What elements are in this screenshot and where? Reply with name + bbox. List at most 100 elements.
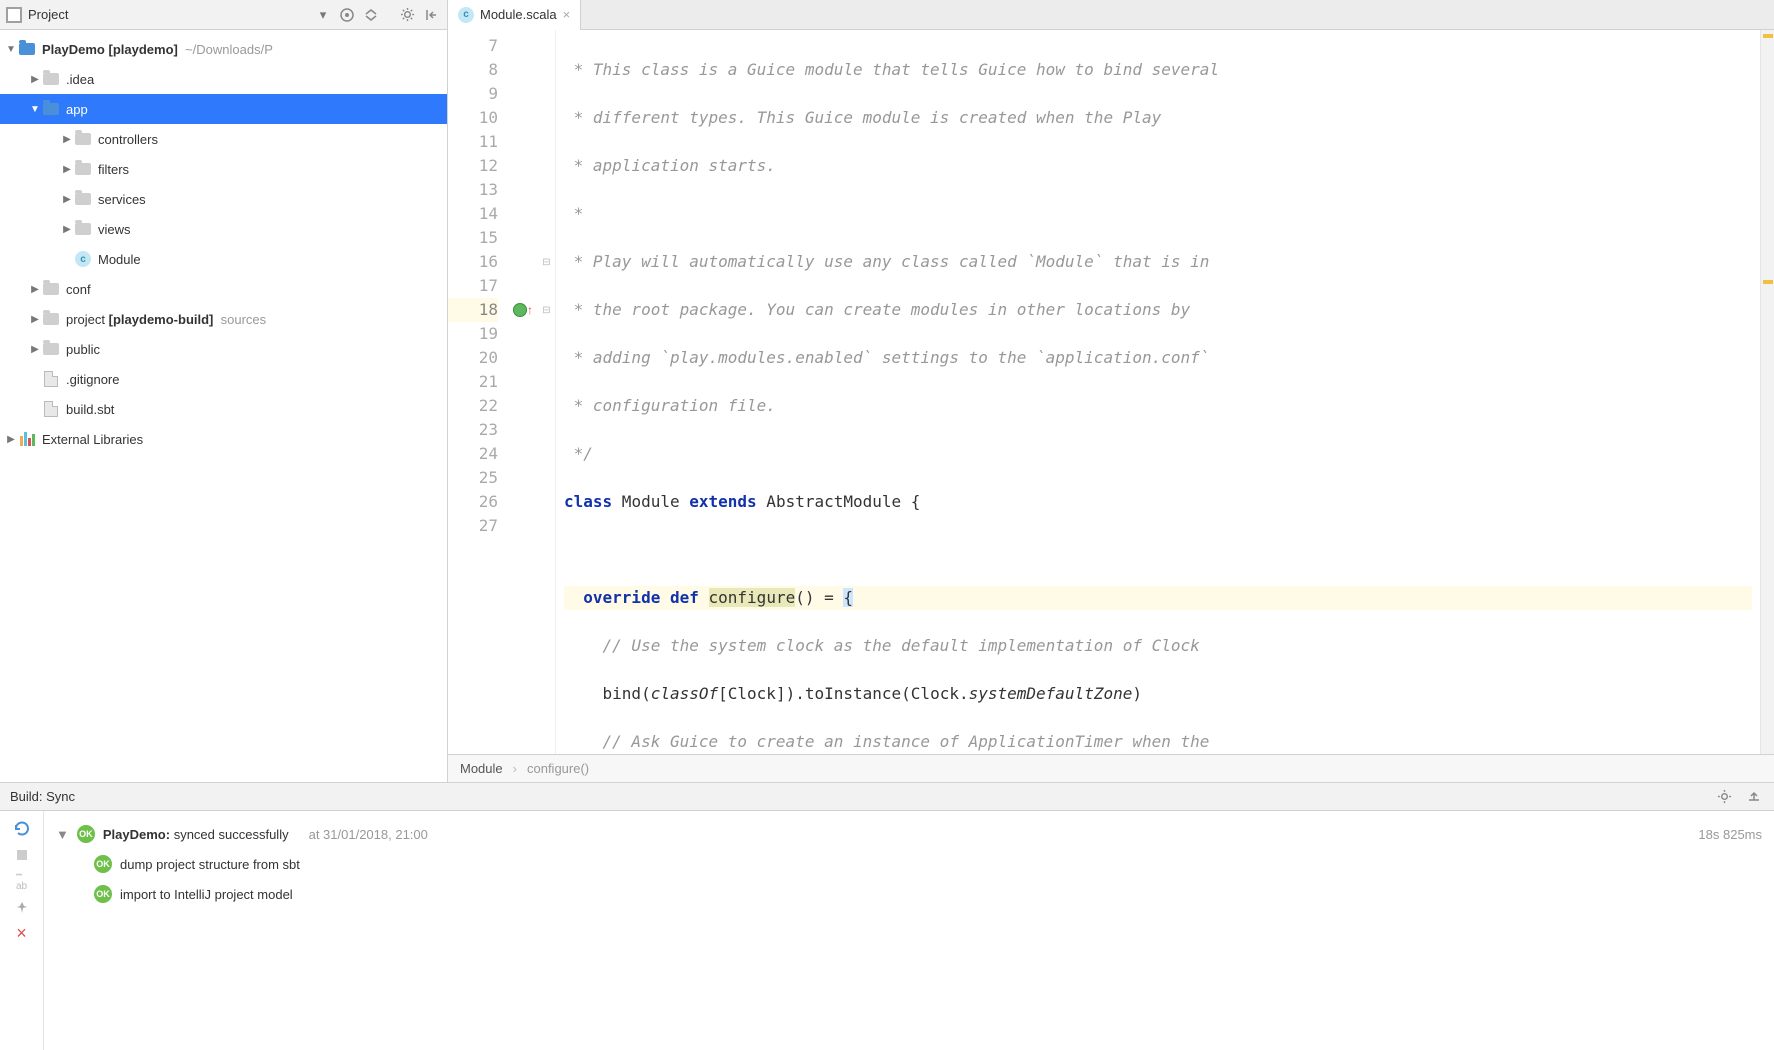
code-line: * This class is a Guice module that tell… <box>564 60 1219 79</box>
collapse-icon[interactable]: ▼ <box>28 104 42 115</box>
chevron-right-icon: › <box>513 761 517 776</box>
gutter-icon-column: ↑ <box>508 30 538 754</box>
build-step[interactable]: OK dump project structure from sbt <box>56 849 1762 879</box>
tree-module: [playdemo-build] <box>109 312 214 327</box>
tree-item-app[interactable]: ▼ app <box>0 94 447 124</box>
pin-icon[interactable] <box>12 897 32 917</box>
code-line: * Play will automatically use any class … <box>564 252 1209 271</box>
toggle-view-icon[interactable]: ┅ab <box>12 871 32 891</box>
editor-area: c Module.scala × 78910 11121314 15161718… <box>448 0 1774 782</box>
tree-label: .gitignore <box>66 372 119 387</box>
code-text <box>699 588 709 607</box>
expand-icon[interactable]: ▶ <box>60 164 74 175</box>
build-status-line[interactable]: ▼ OK PlayDemo: synced successfully at 31… <box>56 819 1762 849</box>
tree-item-idea[interactable]: ▶ .idea <box>0 64 447 94</box>
code-line: // Ask Guice to create an instance of Ap… <box>564 732 1209 751</box>
package-folder-icon <box>75 163 91 175</box>
code-line: */ <box>564 444 593 463</box>
expand-icon[interactable]: ▶ <box>28 74 42 85</box>
fold-column[interactable]: ⊟⊟ <box>538 30 556 754</box>
code-text: [Clock]).toInstance(Clock. <box>718 684 968 703</box>
code-text: ) <box>1132 684 1142 703</box>
expand-icon[interactable]: ▶ <box>28 314 42 325</box>
code-line: // Use the system clock as the default i… <box>564 636 1200 655</box>
folder-icon <box>43 343 59 355</box>
libraries-icon <box>20 432 35 446</box>
tree-item-module[interactable]: c Module <box>0 244 447 274</box>
build-content: ▼ OK PlayDemo: synced successfully at 31… <box>44 811 1774 1050</box>
expand-icon[interactable]: ▶ <box>60 224 74 235</box>
tree-item-public[interactable]: ▶ public <box>0 334 447 364</box>
tree-label: External Libraries <box>42 432 143 447</box>
warning-marker-icon[interactable] <box>1763 280 1773 284</box>
tree-root[interactable]: ▼ PlayDemo [playdemo] ~/Downloads/P <box>0 34 447 64</box>
build-step[interactable]: OK import to IntelliJ project model <box>56 879 1762 909</box>
close-icon[interactable]: × <box>12 923 32 943</box>
code-text: AbstractModule { <box>757 492 921 511</box>
code-editor[interactable]: * This class is a Guice module that tell… <box>556 30 1760 754</box>
sbt-file-icon <box>44 401 58 417</box>
status-duration: 18s 825ms <box>1698 827 1762 842</box>
kw: def <box>670 588 699 607</box>
collapse-icon[interactable] <box>361 5 381 25</box>
warning-marker-icon[interactable] <box>1763 34 1773 38</box>
tree-label: public <box>66 342 100 357</box>
gear-icon[interactable] <box>397 5 417 25</box>
expand-icon[interactable]: ▶ <box>28 344 42 355</box>
scala-class-icon: c <box>458 7 474 23</box>
hide-icon[interactable] <box>1744 787 1764 807</box>
tree-label: conf <box>66 282 91 297</box>
code-line: * adding `play.modules.enabled` settings… <box>564 348 1209 367</box>
kw: extends <box>689 492 756 511</box>
status-text: synced successfully <box>174 827 289 842</box>
file-icon <box>44 371 58 387</box>
code-text <box>564 588 583 607</box>
expand-icon[interactable]: ▶ <box>60 134 74 145</box>
expand-icon[interactable]: ▶ <box>4 434 18 445</box>
build-body: ┅ab × ▼ OK PlayDemo: synced successfully… <box>0 811 1774 1050</box>
root-module: [playdemo] <box>109 42 178 57</box>
tree-item-gitignore[interactable]: .gitignore <box>0 364 447 394</box>
target-icon[interactable] <box>337 5 357 25</box>
tree-item-services[interactable]: ▶ services <box>0 184 447 214</box>
expand-icon[interactable]: ▶ <box>60 194 74 205</box>
refresh-icon[interactable] <box>12 819 32 839</box>
code-text: classOf <box>651 684 718 703</box>
tree-item-controllers[interactable]: ▶ controllers <box>0 124 447 154</box>
expand-icon[interactable]: ▶ <box>28 284 42 295</box>
breadcrumb-item[interactable]: Module <box>460 761 503 776</box>
error-stripe[interactable] <box>1760 30 1774 754</box>
tab-module-scala[interactable]: c Module.scala × <box>448 0 581 30</box>
sidebar-title-area[interactable]: Project <box>6 7 309 23</box>
code-text: systemDefaultZone <box>969 684 1133 703</box>
hide-icon[interactable] <box>421 5 441 25</box>
tree-item-project[interactable]: ▶ project [playdemo-build] sources <box>0 304 447 334</box>
ok-badge-icon: OK <box>94 885 112 903</box>
tree-item-views[interactable]: ▶ views <box>0 214 447 244</box>
dropdown-icon[interactable]: ▾ <box>313 5 333 25</box>
gear-icon[interactable] <box>1714 787 1734 807</box>
stop-icon[interactable] <box>12 845 32 865</box>
tree-item-conf[interactable]: ▶ conf <box>0 274 447 304</box>
line-number-gutter[interactable]: 78910 11121314 15161718 19202122 2324252… <box>448 30 508 754</box>
code-text: Module <box>612 492 689 511</box>
kw: override <box>583 588 660 607</box>
close-icon[interactable]: × <box>563 7 571 22</box>
tree-item-filters[interactable]: ▶ filters <box>0 154 447 184</box>
source-folder-icon <box>43 103 59 115</box>
tree-label: controllers <box>98 132 158 147</box>
expand-icon[interactable]: ▼ <box>56 827 69 842</box>
tree-item-buildsbt[interactable]: build.sbt <box>0 394 447 424</box>
breadcrumb-item[interactable]: configure() <box>527 761 589 776</box>
expand-icon[interactable]: ▼ <box>4 44 18 55</box>
tree-label: views <box>98 222 131 237</box>
code-text: () = <box>795 588 843 607</box>
build-step-label: import to IntelliJ project model <box>120 887 293 902</box>
root-name: PlayDemo <box>42 42 105 57</box>
kw: class <box>564 492 612 511</box>
override-marker-icon[interactable]: ↑ <box>508 298 538 322</box>
tree-item-external-libs[interactable]: ▶ External Libraries <box>0 424 447 454</box>
project-tree[interactable]: ▼ PlayDemo [playdemo] ~/Downloads/P ▶ .i… <box>0 30 447 782</box>
ok-badge-icon: OK <box>77 825 95 843</box>
folder-icon <box>43 283 59 295</box>
